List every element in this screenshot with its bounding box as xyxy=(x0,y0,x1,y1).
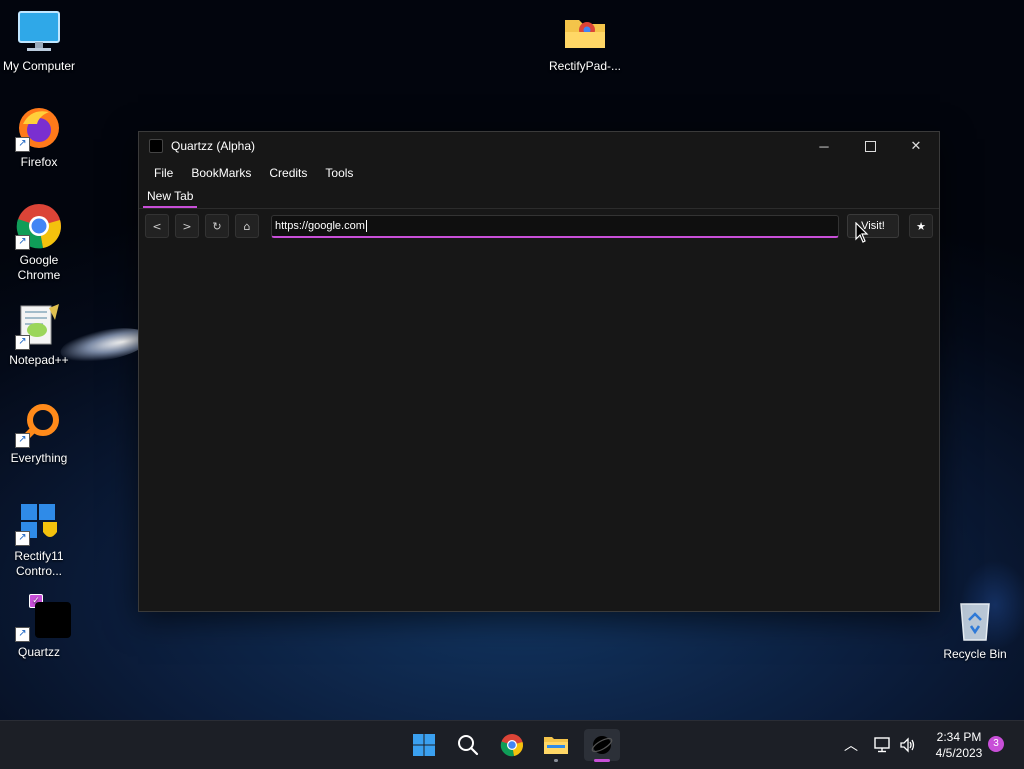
speaker-icon xyxy=(900,737,915,753)
desktop-icon-rectifypad[interactable]: RectifyPad-... xyxy=(546,8,624,74)
desktop-icon-notepadpp[interactable]: ↗ Notepad++ xyxy=(0,302,78,368)
chrome-icon: ↗ xyxy=(15,202,63,250)
windows-logo-icon xyxy=(413,734,435,756)
recycle-bin-icon xyxy=(951,596,999,644)
folder-icon xyxy=(544,737,568,754)
desktop-icon-label: My Computer xyxy=(2,59,76,73)
quartzz-browser-window[interactable]: Quartzz (Alpha) ─ ✕ File BookMarks Credi… xyxy=(138,131,940,612)
shortcut-arrow-icon: ↗ xyxy=(15,137,30,152)
clock[interactable]: 2:34 PM 4/5/2023 xyxy=(922,729,996,761)
app-icon xyxy=(149,139,163,153)
quartzz-app-icon xyxy=(35,602,71,638)
network-icon xyxy=(874,737,890,753)
desktop-icon-label: RectifyPad-... xyxy=(548,59,622,73)
quartzz-icon: ✓ ↗ xyxy=(15,594,71,642)
shortcut-arrow-icon: ↗ xyxy=(15,627,30,642)
active-indicator xyxy=(594,759,610,762)
desktop-icon-quartzz[interactable]: ✓ ↗ Quartzz xyxy=(0,594,78,660)
url-input[interactable]: https://google.com xyxy=(271,214,839,238)
url-value: https://google.com xyxy=(275,219,365,232)
taskbar: ︿ 2:34 PM 4/5/2023 xyxy=(0,720,1024,769)
shortcut-arrow-icon: ↗ xyxy=(15,433,30,448)
home-button[interactable]: ⌂ xyxy=(235,214,259,238)
magnifier-icon: ↗ xyxy=(15,400,63,448)
minimize-icon: ─ xyxy=(819,138,829,154)
minimize-button[interactable]: ─ xyxy=(801,132,847,160)
page-content[interactable] xyxy=(139,272,939,611)
taskbar-quartzz[interactable] xyxy=(584,729,620,762)
clock-date: 4/5/2023 xyxy=(935,746,983,760)
maximize-icon xyxy=(864,140,876,152)
start-button[interactable] xyxy=(408,729,440,761)
tab-bar: New Tab xyxy=(139,186,939,208)
back-icon: < xyxy=(152,219,162,233)
bookmark-button[interactable]: ★ xyxy=(909,214,933,238)
notification-badge[interactable]: 3 xyxy=(988,736,1004,752)
shortcut-arrow-icon: ↗ xyxy=(15,335,30,350)
folder-icon xyxy=(561,8,609,56)
menu-bar: File BookMarks Credits Tools xyxy=(139,160,939,186)
reload-button[interactable]: ↻ xyxy=(205,214,229,238)
chevron-up-icon: ︿ xyxy=(844,738,858,754)
desktop-icon-chrome[interactable]: ↗ Google Chrome xyxy=(0,202,78,283)
desktop-icon-label: Firefox xyxy=(20,155,58,169)
taskbar-file-explorer[interactable] xyxy=(540,729,572,762)
volume-button[interactable] xyxy=(894,729,922,761)
clock-time: 2:34 PM xyxy=(936,730,982,744)
quartzz-app-icon xyxy=(591,736,613,754)
desktop-icon-label: Everything xyxy=(10,451,68,465)
desktop-icon-firefox[interactable]: ↗ Firefox xyxy=(0,104,78,170)
window-title: Quartzz (Alpha) xyxy=(171,139,256,153)
chrome-icon xyxy=(500,734,523,757)
maximize-button[interactable] xyxy=(847,132,893,160)
desktop-icon-label: Google Chrome xyxy=(17,253,61,282)
search-button[interactable] xyxy=(452,729,484,761)
desktop-icon-label: Notepad++ xyxy=(9,353,69,367)
taskbar-chrome[interactable] xyxy=(496,729,528,761)
navigation-bar: < > ↻ ⌂ https://google.com Visit! ★ xyxy=(139,209,939,243)
desktop-icon-label: Rectify11 Contro... xyxy=(14,549,64,578)
shortcut-arrow-icon: ↗ xyxy=(15,235,30,250)
star-icon: ★ xyxy=(916,219,926,233)
desktop-icon-rectify11[interactable]: ↗ Rectify11 Contro... xyxy=(0,498,78,579)
menu-bookmarks[interactable]: BookMarks xyxy=(182,166,260,180)
back-button[interactable]: < xyxy=(145,214,169,238)
close-icon: ✕ xyxy=(910,138,922,153)
text-caret xyxy=(365,219,367,232)
desktop-icon-my-computer[interactable]: My Computer xyxy=(0,8,78,74)
forward-icon: > xyxy=(182,219,192,233)
rectify11-shield-icon: ↗ xyxy=(15,498,63,546)
desktop-icon-recycle-bin[interactable]: Recycle Bin xyxy=(936,596,1014,662)
forward-button[interactable]: > xyxy=(175,214,199,238)
shortcut-arrow-icon: ↗ xyxy=(15,531,30,546)
tab-new-tab[interactable]: New Tab xyxy=(143,189,198,208)
monitor-icon xyxy=(15,8,63,56)
menu-file[interactable]: File xyxy=(145,166,182,180)
firefox-icon: ↗ xyxy=(15,104,63,152)
title-bar[interactable]: Quartzz (Alpha) ─ ✕ xyxy=(139,132,939,160)
show-hidden-icons-button[interactable]: ︿ xyxy=(836,729,866,761)
menu-tools[interactable]: Tools xyxy=(316,166,362,180)
desktop-icon-label: Recycle Bin xyxy=(943,647,1007,661)
desktop-icon-label: Quartzz xyxy=(17,645,60,659)
notepad-plus-plus-icon: ↗ xyxy=(15,302,63,350)
menu-credits[interactable]: Credits xyxy=(260,166,316,180)
desktop-icon-everything[interactable]: ↗ Everything xyxy=(0,400,78,466)
running-indicator xyxy=(554,759,558,762)
home-icon: ⌂ xyxy=(243,219,251,233)
reload-icon: ↻ xyxy=(212,219,222,233)
search-icon xyxy=(458,735,479,756)
close-button[interactable]: ✕ xyxy=(893,132,939,160)
